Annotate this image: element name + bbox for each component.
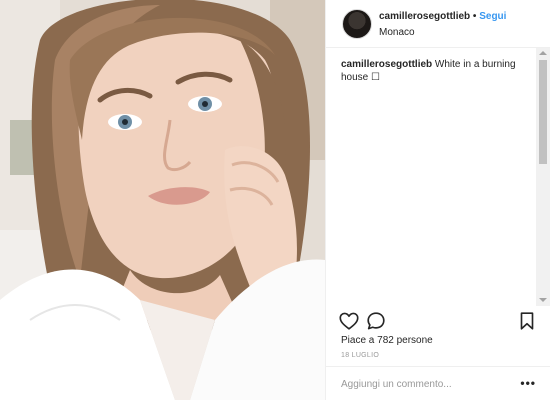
post-side-panel: camillerosegottlieb • Segui Monaco camil… (325, 0, 550, 400)
avatar[interactable] (342, 9, 372, 39)
comments-scrollbar[interactable] (536, 48, 550, 306)
follow-button[interactable]: Segui (479, 11, 506, 22)
post-date[interactable]: 18 LUGLIO (341, 352, 379, 359)
action-bar (326, 306, 550, 336)
post-header: camillerosegottlieb • Segui Monaco (326, 0, 550, 48)
comment-bubble-icon[interactable] (365, 310, 387, 332)
likes-count[interactable]: Piace a 782 persone (341, 335, 433, 346)
add-comment-bar: ••• (326, 366, 550, 400)
more-options-icon[interactable]: ••• (520, 376, 536, 390)
separator-dot: • (472, 11, 477, 22)
username-row: camillerosegottlieb • Segui (379, 11, 506, 22)
bookmark-icon[interactable] (516, 310, 538, 332)
post-photo[interactable] (0, 0, 325, 400)
caption-username[interactable]: camillerosegottlieb (341, 59, 432, 70)
scroll-up-arrow-icon[interactable] (539, 51, 547, 55)
caption: camillerosegottlieb White in a burning h… (341, 58, 526, 84)
scroll-down-arrow-icon[interactable] (539, 298, 547, 302)
location-link[interactable]: Monaco (379, 27, 415, 38)
comments-area: camillerosegottlieb White in a burning h… (326, 48, 550, 306)
heart-icon[interactable] (338, 310, 360, 332)
username-link[interactable]: camillerosegottlieb (379, 11, 470, 22)
scroll-thumb[interactable] (539, 60, 547, 164)
comment-input[interactable] (341, 377, 511, 391)
selfie-image (0, 0, 325, 400)
